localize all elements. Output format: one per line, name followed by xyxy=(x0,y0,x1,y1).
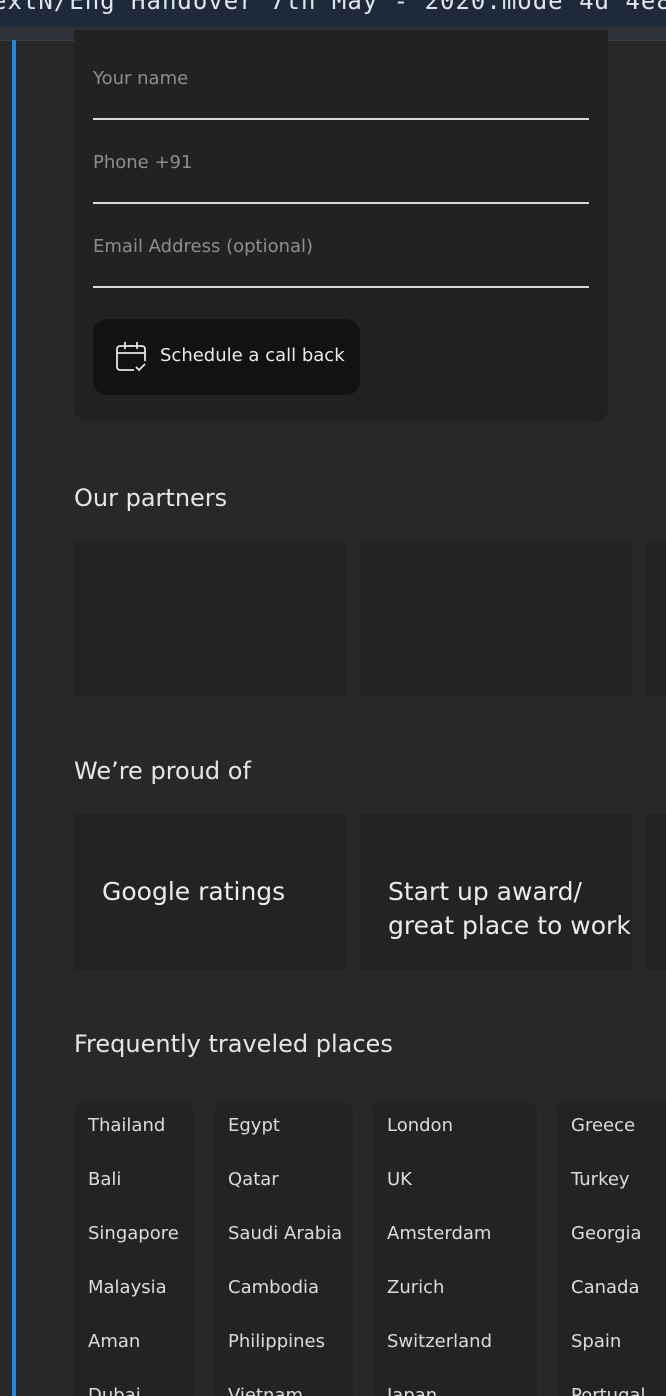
place-link[interactable]: Greece xyxy=(571,1115,635,1136)
place-link[interactable]: Amsterdam xyxy=(387,1223,491,1244)
proud-card-text: great place to work xyxy=(388,911,631,940)
focus-indicator-line xyxy=(12,40,16,1396)
place-link[interactable]: Zurich xyxy=(387,1277,444,1298)
proud-card-google-ratings[interactable]: Google ratings xyxy=(74,814,346,970)
phone-field-placeholder: Phone +91 xyxy=(93,152,193,173)
place-link[interactable]: Egypt xyxy=(228,1115,280,1136)
page: extN/Eng Handover 7th May - 2020.mode 4d… xyxy=(0,0,666,1396)
proud-section-title: We’re proud of xyxy=(74,757,251,785)
places-column: Egypt Qatar Saudi Arabia Cambodia Philip… xyxy=(214,1100,353,1396)
window-title-bar: extN/Eng Handover 7th May - 2020.mode 4d… xyxy=(0,0,666,27)
proud-card-text: Start up award/ xyxy=(388,877,582,906)
proud-card-startup-award[interactable]: Start up award/ great place to work xyxy=(360,814,632,970)
place-link[interactable]: UK xyxy=(387,1169,412,1190)
place-link[interactable]: Vietnam xyxy=(228,1385,303,1396)
schedule-call-back-label: Schedule a call back xyxy=(160,345,345,366)
place-link[interactable]: Japan xyxy=(387,1385,437,1396)
place-link[interactable]: Cambodia xyxy=(228,1277,319,1298)
place-link[interactable]: Georgia xyxy=(571,1223,642,1244)
place-link[interactable]: Switzerland xyxy=(387,1331,492,1352)
places-column: Thailand Bali Singapore Malaysia Aman Du… xyxy=(74,1100,194,1396)
place-link[interactable]: Thailand xyxy=(88,1115,165,1136)
places-section-title: Frequently traveled places xyxy=(74,1030,393,1058)
place-link[interactable]: Dubai xyxy=(88,1385,141,1396)
callback-form-card: Your name Phone +91 Email Address (optio… xyxy=(74,30,608,423)
schedule-call-back-button[interactable]: Schedule a call back xyxy=(93,319,360,395)
place-link[interactable]: Turkey xyxy=(571,1169,630,1190)
place-link[interactable]: Saudi Arabia xyxy=(228,1223,342,1244)
place-link[interactable]: Bali xyxy=(88,1169,121,1190)
email-field[interactable]: Email Address (optional) xyxy=(93,236,589,288)
place-link[interactable]: Singapore xyxy=(88,1223,179,1244)
places-column: London UK Amsterdam Zurich Switzerland J… xyxy=(373,1100,537,1396)
name-field[interactable]: Your name xyxy=(93,68,589,120)
places-column: Greece Turkey Georgia Canada Spain Portu… xyxy=(557,1100,666,1396)
calendar-check-icon xyxy=(115,340,149,374)
place-link[interactable]: Philippines xyxy=(228,1331,325,1352)
place-link[interactable]: Portugal xyxy=(571,1385,646,1396)
proud-card-text: Google ratings xyxy=(102,877,286,906)
partner-logo-card[interactable] xyxy=(646,541,666,697)
place-link[interactable]: Qatar xyxy=(228,1169,279,1190)
place-link[interactable]: Spain xyxy=(571,1331,621,1352)
place-link[interactable]: Malaysia xyxy=(88,1277,167,1298)
phone-field[interactable]: Phone +91 xyxy=(93,152,589,204)
partner-logo-card[interactable] xyxy=(360,541,632,697)
window-title: extN/Eng Handover 7th May - 2020.mode 4d… xyxy=(0,0,666,15)
place-link[interactable]: London xyxy=(387,1115,453,1136)
partner-logo-card[interactable] xyxy=(74,541,346,697)
place-link[interactable]: Aman xyxy=(88,1331,140,1352)
place-link[interactable]: Canada xyxy=(571,1277,640,1298)
name-field-placeholder: Your name xyxy=(93,68,189,89)
proud-card[interactable] xyxy=(646,814,666,970)
partners-section-title: Our partners xyxy=(74,484,228,512)
email-field-placeholder: Email Address (optional) xyxy=(93,236,314,257)
